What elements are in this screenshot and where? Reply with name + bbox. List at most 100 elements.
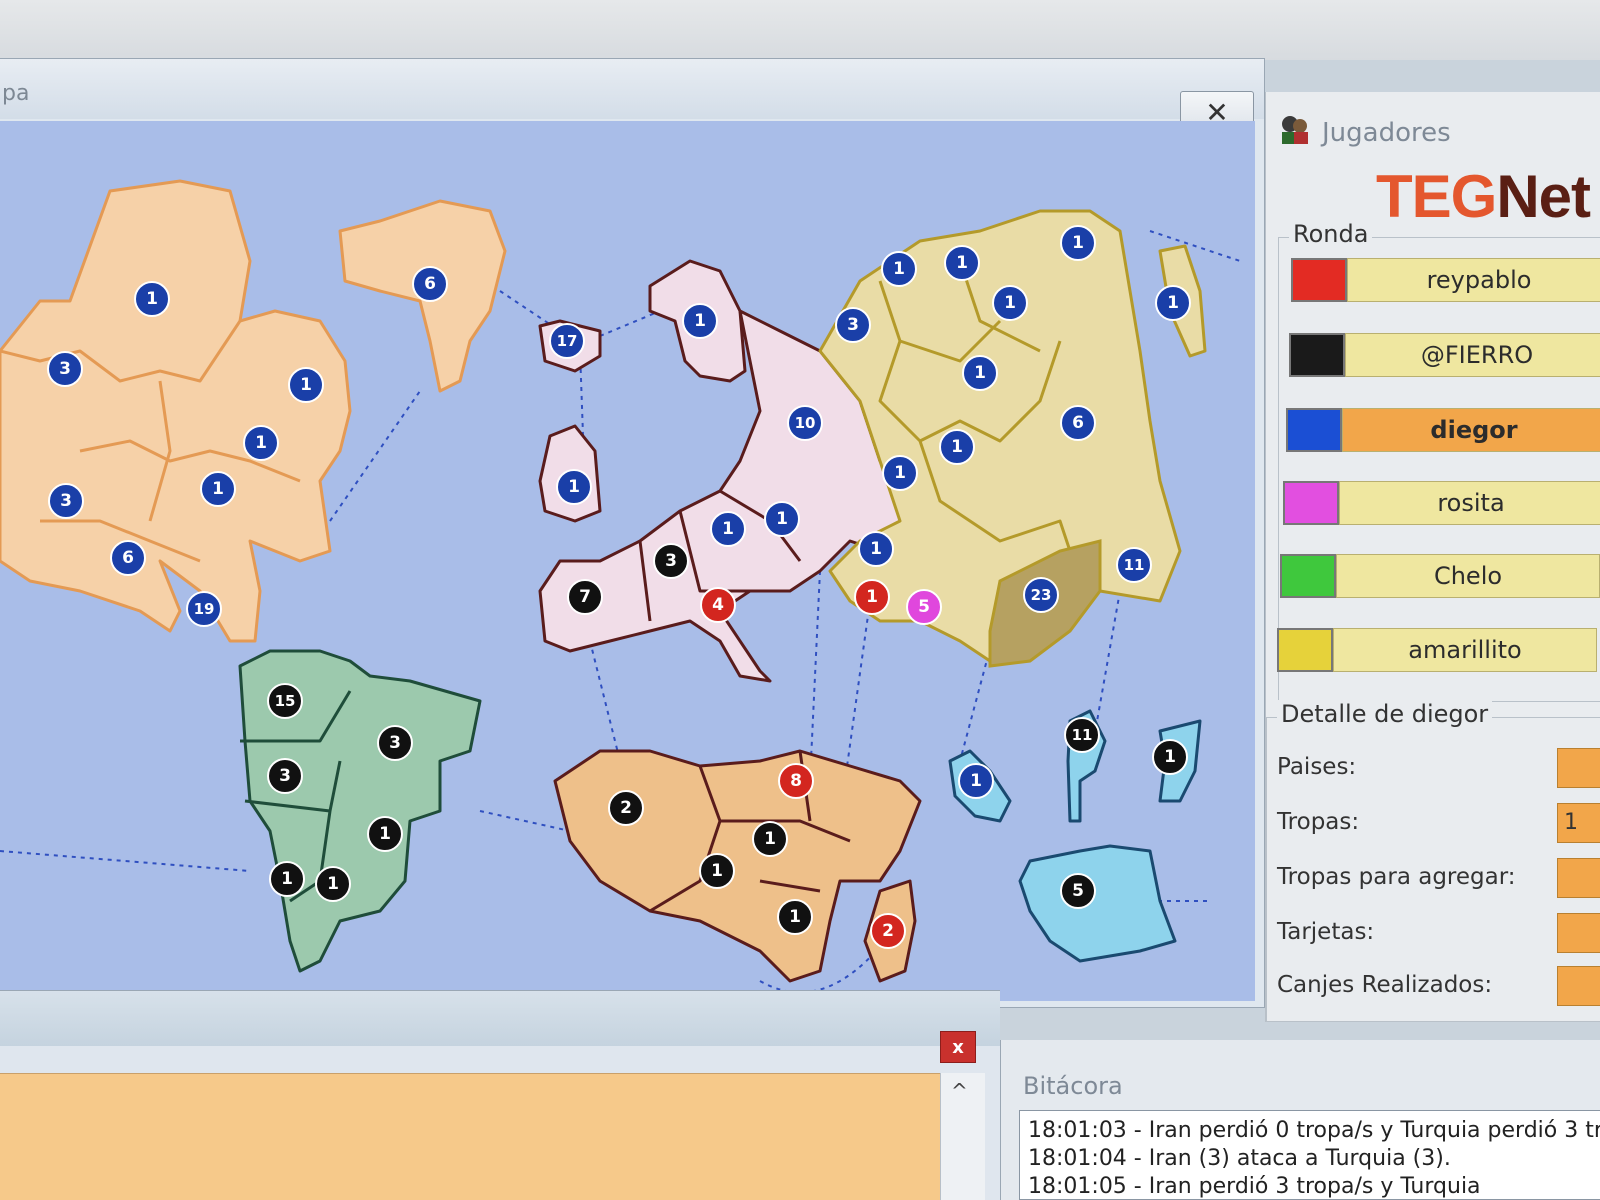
- troop-badge[interactable]: 1: [288, 367, 324, 403]
- troop-badge[interactable]: 8: [778, 763, 814, 799]
- troop-count: 1: [300, 375, 312, 395]
- detail-field-label: Tropas:: [1277, 809, 1360, 835]
- troop-badge[interactable]: 1: [992, 285, 1028, 321]
- troop-count: 1: [893, 259, 905, 279]
- players-icon: [1282, 116, 1308, 144]
- troop-count: 1: [568, 477, 580, 497]
- troop-count: 3: [60, 491, 72, 511]
- world-map-svg[interactable]: 13113161961711101 137 41 11311161111 5231115…: [0, 121, 1255, 1001]
- log-area[interactable]: 18:01:03 - Iran perdió 0 tropa/s y Turqu…: [1019, 1110, 1600, 1200]
- map-titlebar[interactable]: pa ✕: [0, 59, 1264, 133]
- troop-badge[interactable]: 1: [315, 866, 351, 902]
- troop-badge[interactable]: 1: [710, 511, 746, 547]
- troop-badge[interactable]: 1: [881, 251, 917, 287]
- troop-badge[interactable]: 3: [267, 758, 303, 794]
- troop-badge[interactable]: 1: [556, 469, 592, 505]
- troop-count: 2: [882, 921, 894, 941]
- troop-badge[interactable]: 1: [752, 821, 788, 857]
- players-titlebar[interactable]: Jugadores TEGNet: [1266, 92, 1600, 230]
- troop-badge[interactable]: 15: [267, 683, 303, 719]
- troop-badge[interactable]: 2: [870, 913, 906, 949]
- chat-titlebar[interactable]: [0, 991, 1000, 1046]
- troop-count: 10: [795, 414, 816, 432]
- player-row[interactable]: amarillito: [1277, 628, 1597, 672]
- detail-label: Detalle de diegor: [1277, 700, 1493, 728]
- troop-count: 1: [212, 479, 224, 499]
- brand-part2: Net: [1496, 163, 1591, 230]
- troop-count: 1: [974, 363, 986, 383]
- player-row[interactable]: rosita: [1283, 481, 1600, 525]
- player-color-swatch: [1289, 333, 1345, 377]
- player-row[interactable]: reypablo: [1291, 258, 1600, 302]
- troop-badge[interactable]: 11: [1116, 547, 1152, 583]
- troop-count: 6: [1072, 413, 1084, 433]
- detail-field-value: [1557, 966, 1600, 1006]
- troop-count: 17: [557, 332, 578, 350]
- troop-count: 1: [951, 437, 963, 457]
- troop-count: 1: [1164, 747, 1176, 767]
- player-row[interactable]: @FIERRO: [1289, 333, 1600, 377]
- player-name: diegor: [1342, 408, 1600, 452]
- troop-count: 1: [866, 587, 878, 607]
- troop-count: 8: [790, 771, 802, 791]
- troop-badge[interactable]: 6: [110, 540, 146, 576]
- troop-badge[interactable]: 19: [186, 591, 222, 627]
- troop-badge[interactable]: 1: [962, 355, 998, 391]
- troop-badge[interactable]: 7: [567, 579, 603, 615]
- player-row[interactable]: Chelo: [1280, 554, 1600, 598]
- chat-area[interactable]: [0, 1073, 940, 1200]
- troop-badge[interactable]: 1: [944, 245, 980, 281]
- troop-badge[interactable]: 5: [1060, 873, 1096, 909]
- troop-badge[interactable]: 1: [882, 455, 918, 491]
- troop-badge[interactable]: 2: [608, 790, 644, 826]
- troop-count: 1: [711, 861, 723, 881]
- troop-badge[interactable]: 3: [48, 483, 84, 519]
- troop-count: 1: [1072, 233, 1084, 253]
- troop-count: 3: [847, 315, 859, 335]
- troop-badge[interactable]: 1: [858, 531, 894, 567]
- troop-count: 4: [712, 595, 724, 615]
- troop-count: 1: [281, 869, 293, 889]
- troop-badge[interactable]: 1: [134, 281, 170, 317]
- troop-badge[interactable]: 1: [243, 425, 279, 461]
- troop-badge[interactable]: 1: [699, 853, 735, 889]
- troop-badge[interactable]: 1: [200, 471, 236, 507]
- troop-count: 6: [122, 548, 134, 568]
- troop-badge[interactable]: 1: [854, 579, 890, 615]
- troop-badge[interactable]: 1: [939, 429, 975, 465]
- troop-count: 1: [379, 824, 391, 844]
- troop-badge[interactable]: 1: [958, 763, 994, 799]
- troop-badge[interactable]: 1: [682, 303, 718, 339]
- troop-badge[interactable]: 1: [764, 501, 800, 537]
- players-panel: Jugadores TEGNet Ronda reypablo @FIERRO di…: [1265, 92, 1600, 1022]
- troop-count: 11: [1124, 556, 1145, 574]
- troop-badge[interactable]: 3: [653, 543, 689, 579]
- world-map[interactable]: 1 3 1 1 3 1 6 19 6 17 1 1 10 1 1 3 7 4 1 1 1 3 1 1 1 6 1 1 1 1 5 23 11 15…: [0, 121, 1255, 1001]
- troop-badge[interactable]: 1: [367, 816, 403, 852]
- troop-badge[interactable]: 4: [700, 587, 736, 623]
- chat-scrollbar[interactable]: ^: [940, 1073, 985, 1200]
- troop-badge[interactable]: 10: [787, 405, 823, 441]
- scroll-up-icon[interactable]: ^: [951, 1079, 968, 1103]
- troop-badge[interactable]: 3: [377, 725, 413, 761]
- troop-badge[interactable]: 3: [47, 351, 83, 387]
- troop-badge[interactable]: 1: [1152, 739, 1188, 775]
- troop-badge[interactable]: 1: [777, 899, 813, 935]
- troop-count: 1: [722, 519, 734, 539]
- troop-count: 1: [764, 829, 776, 849]
- troop-badge[interactable]: 6: [1060, 405, 1096, 441]
- troop-badge[interactable]: 5: [906, 589, 942, 625]
- player-row[interactable]: diegor: [1286, 408, 1600, 452]
- troop-badge[interactable]: 1: [1155, 285, 1191, 321]
- troop-badge[interactable]: 23: [1023, 577, 1059, 613]
- detail-field-value: 1: [1557, 803, 1600, 843]
- troop-badge[interactable]: 1: [269, 861, 305, 897]
- detail-row: Tropas: 1: [1277, 803, 1600, 847]
- troop-badge[interactable]: 17: [549, 323, 585, 359]
- chat-close-button[interactable]: x: [940, 1031, 976, 1063]
- troop-badge[interactable]: 3: [835, 307, 871, 343]
- troop-badge[interactable]: 11: [1064, 717, 1100, 753]
- troop-badge[interactable]: 1: [1060, 225, 1096, 261]
- troop-badge[interactable]: 6: [412, 266, 448, 302]
- troop-count: 1: [789, 907, 801, 927]
